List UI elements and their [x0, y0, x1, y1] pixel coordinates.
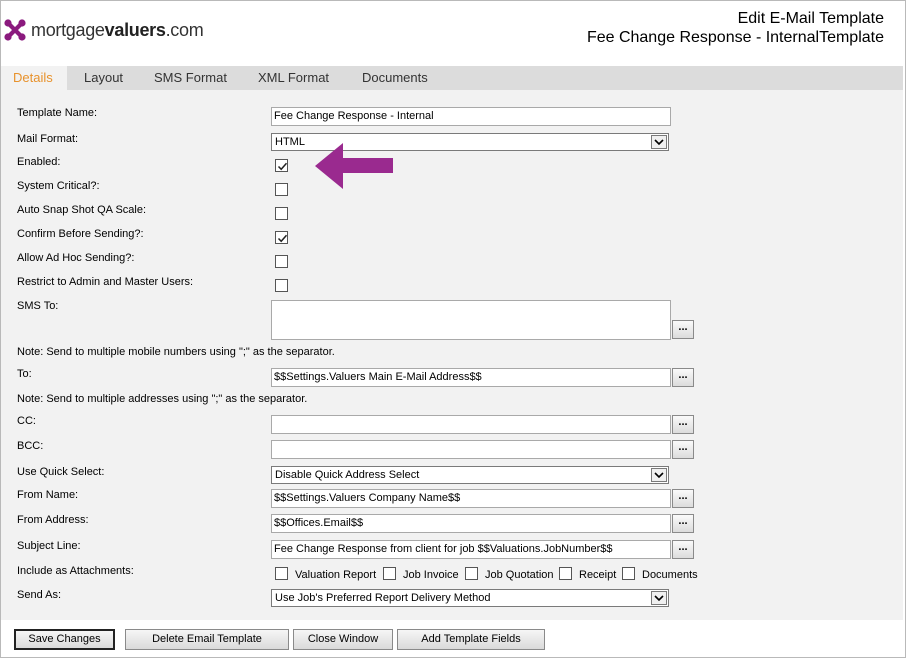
sms-to-browse-button[interactable]: ... — [672, 320, 694, 339]
to-input[interactable]: $$Settings.Valuers Main E-Mail Address$$ — [271, 368, 671, 387]
from-address-input[interactable]: $$Offices.Email$$ — [271, 514, 671, 533]
from-address-browse-button[interactable]: ... — [672, 514, 694, 533]
attachment-job-quotation-label: Job Quotation — [485, 569, 554, 581]
quick-select-dropdown[interactable]: Disable Quick Address Select — [271, 466, 669, 484]
system-critical-label: System Critical?: — [17, 180, 100, 192]
send-as-dropdown[interactable]: Use Job's Preferred Report Delivery Meth… — [271, 589, 669, 607]
subject-line-input[interactable]: Fee Change Response from client for job … — [271, 540, 671, 559]
enabled-checkbox[interactable] — [275, 159, 288, 172]
auto-snap-label: Auto Snap Shot QA Scale: — [17, 204, 147, 216]
page-title-line1: Edit E-Mail Template — [737, 10, 884, 27]
mail-format-value: HTML — [275, 136, 305, 148]
site-logo: mortgagevaluers.com — [4, 18, 204, 42]
logo-text-bold: valuers — [104, 19, 166, 40]
tab-xml-format[interactable]: XML Format — [244, 66, 343, 90]
confirm-before-checkbox[interactable] — [275, 231, 288, 244]
delete-email-template-button[interactable]: Delete Email Template — [125, 629, 289, 650]
attachment-documents-label: Documents — [642, 569, 698, 581]
template-name-input[interactable]: Fee Change Response - Internal — [271, 107, 671, 126]
subject-line-browse-button[interactable]: ... — [672, 540, 694, 559]
from-name-browse-button[interactable]: ... — [672, 489, 694, 508]
quick-select-label: Use Quick Select: — [17, 466, 105, 478]
allow-adhoc-checkbox[interactable] — [275, 255, 288, 268]
attachment-valuation-report-checkbox[interactable] — [275, 567, 288, 580]
add-template-fields-button[interactable]: Add Template Fields — [397, 629, 545, 650]
logo-text: mortgagevaluers.com — [31, 19, 204, 41]
attachment-job-quotation-checkbox[interactable] — [465, 567, 478, 580]
checkmark-icon — [277, 234, 288, 243]
confirm-before-label: Confirm Before Sending?: — [17, 228, 144, 240]
chevron-down-icon[interactable] — [651, 468, 667, 482]
tab-sms-format[interactable]: SMS Format — [140, 66, 241, 90]
cross-logo-icon — [4, 19, 26, 41]
bcc-input[interactable] — [271, 440, 671, 459]
page-title: Edit E-Mail Template Fee Change Response… — [587, 9, 884, 47]
from-address-label: From Address: — [17, 514, 89, 526]
tab-documents[interactable]: Documents — [348, 66, 442, 90]
enabled-label: Enabled: — [17, 156, 61, 168]
save-changes-button[interactable]: Save Changes — [14, 629, 115, 650]
restrict-admin-label: Restrict to Admin and Master Users: — [17, 276, 194, 288]
allow-adhoc-label: Allow Ad Hoc Sending?: — [17, 252, 135, 264]
tab-details[interactable]: Details — [1, 66, 67, 90]
from-name-label: From Name: — [17, 489, 79, 501]
tab-layout[interactable]: Layout — [70, 66, 137, 90]
auto-snap-checkbox[interactable] — [275, 207, 288, 220]
bcc-browse-button[interactable]: ... — [672, 440, 694, 459]
close-window-button[interactable]: Close Window — [293, 629, 393, 650]
logo-text-suffix: .com — [165, 19, 204, 40]
to-browse-button[interactable]: ... — [672, 368, 694, 387]
attachment-receipt-checkbox[interactable] — [559, 567, 572, 580]
chevron-down-icon[interactable] — [651, 591, 667, 605]
restrict-admin-checkbox[interactable] — [275, 279, 288, 292]
sms-note: Note: Send to multiple mobile numbers us… — [17, 346, 335, 358]
send-as-label: Send As: — [17, 589, 62, 601]
to-label: To: — [17, 368, 32, 380]
logo-text-regular: mortgage — [31, 19, 105, 40]
attachment-receipt-label: Receipt — [579, 569, 617, 581]
from-name-input[interactable]: $$Settings.Valuers Company Name$$ — [271, 489, 671, 508]
bcc-label: BCC: — [17, 440, 44, 452]
template-name-label: Template Name: — [17, 107, 98, 119]
quick-select-value: Disable Quick Address Select — [275, 469, 420, 481]
attachment-valuation-report-label: Valuation Report — [295, 569, 377, 581]
cc-label: CC: — [17, 415, 36, 427]
attachments-label: Include as Attachments: — [17, 565, 134, 577]
checkmark-icon — [277, 162, 288, 171]
subject-line-label: Subject Line: — [17, 540, 81, 552]
attachment-job-invoice-label: Job Invoice — [403, 569, 459, 581]
send-as-value: Use Job's Preferred Report Delivery Meth… — [275, 592, 491, 604]
cc-browse-button[interactable]: ... — [672, 415, 694, 434]
sms-to-textarea[interactable] — [271, 300, 671, 340]
cc-input[interactable] — [271, 415, 671, 434]
system-critical-checkbox[interactable] — [275, 183, 288, 196]
tab-bar: Details Layout SMS Format XML Format Doc… — [1, 66, 903, 90]
to-note: Note: Send to multiple addresses using "… — [17, 393, 308, 405]
sms-to-label: SMS To: — [17, 300, 59, 312]
page-title-line2: Fee Change Response - InternalTemplate — [586, 29, 884, 46]
attachment-job-invoice-checkbox[interactable] — [383, 567, 396, 580]
chevron-down-icon[interactable] — [651, 135, 667, 149]
attachment-documents-checkbox[interactable] — [622, 567, 635, 580]
left-arrow-icon — [315, 143, 393, 189]
mail-format-label: Mail Format: — [17, 133, 79, 145]
